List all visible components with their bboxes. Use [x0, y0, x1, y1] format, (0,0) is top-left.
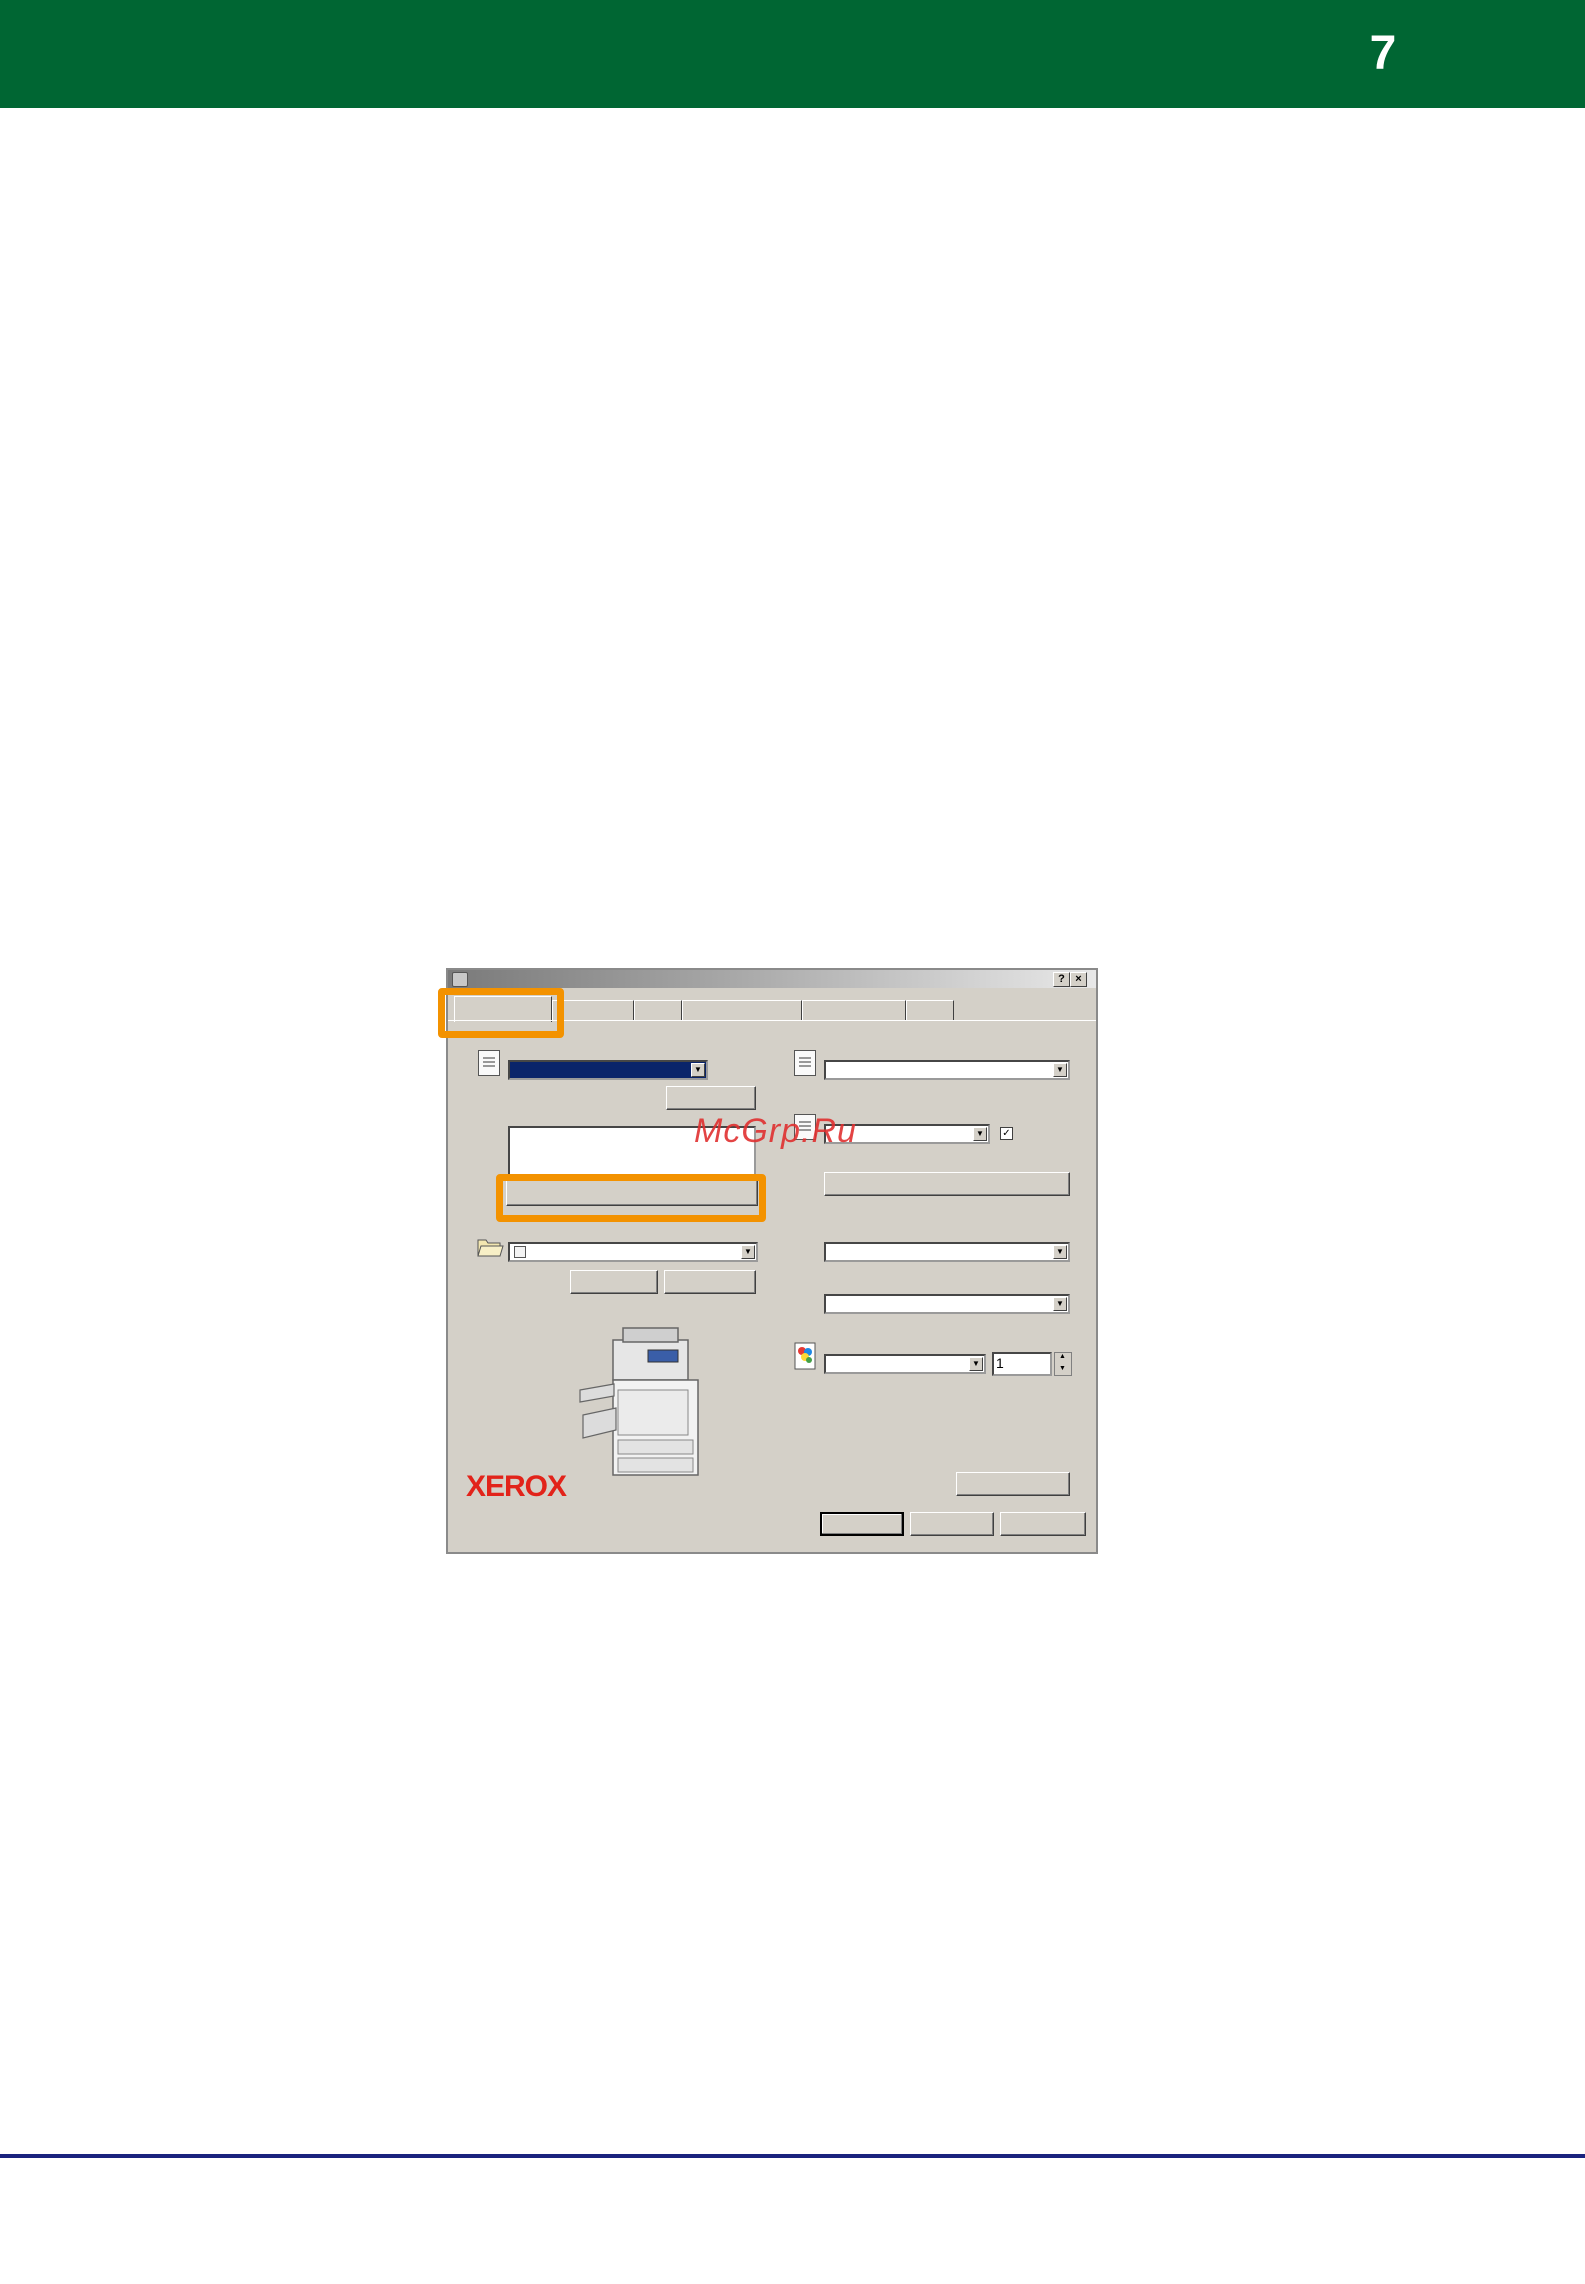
document-icon	[478, 1050, 500, 1076]
chevron-down-icon: ▼	[1053, 1297, 1067, 1311]
output-dropdown-1[interactable]: ▼	[824, 1242, 1070, 1262]
close-button[interactable]: ×	[1070, 972, 1087, 987]
destination-dropdown[interactable]: ▼	[508, 1242, 758, 1262]
highlight-paper-button	[496, 1174, 766, 1222]
chevron-down-icon: ▼	[969, 1357, 983, 1371]
defaults-button[interactable]	[956, 1472, 1070, 1496]
document-icon	[794, 1050, 816, 1076]
setup-button[interactable]	[666, 1086, 756, 1110]
tab-4[interactable]	[682, 1000, 802, 1020]
page-number: 7	[1369, 27, 1397, 80]
chevron-down-icon: ▼	[1053, 1245, 1067, 1259]
tab-3[interactable]	[634, 1000, 682, 1020]
tab-2[interactable]	[552, 1000, 634, 1020]
advanced-button[interactable]	[824, 1172, 1070, 1196]
header-bar: 7	[0, 0, 1585, 108]
printer-illustration	[578, 1320, 728, 1485]
color-mode-dropdown[interactable]: ▼	[824, 1354, 986, 1374]
printer-app-icon	[452, 972, 468, 987]
copies-stepper[interactable]	[1054, 1352, 1072, 1376]
chevron-down-icon: ▼	[741, 1245, 755, 1259]
xerox-logo: XEROX	[466, 1470, 567, 1503]
two-sided-dropdown[interactable]: ▼	[824, 1060, 1070, 1080]
highlight-tab	[438, 988, 564, 1038]
destination-button-1[interactable]	[570, 1270, 658, 1294]
chevron-down-icon: ▼	[973, 1127, 987, 1141]
watermark: McGrp.Ru	[694, 1112, 857, 1150]
help-button[interactable]: ?	[1053, 972, 1070, 987]
destination-icon	[514, 1246, 526, 1258]
copies-input[interactable]: 1	[992, 1352, 1052, 1376]
tab-6[interactable]	[906, 1000, 954, 1020]
color-palette-icon	[794, 1342, 818, 1372]
tab-5[interactable]	[802, 1000, 906, 1020]
cancel-button[interactable]	[910, 1512, 994, 1536]
folder-icon	[476, 1236, 504, 1258]
print-properties-dialog: ? × ▼ ▼ XEROX ▼ ▼ ✓ ▼ ▼ ▼ 1 ▲ ▼	[438, 968, 1098, 1554]
chevron-down-icon: ▼	[691, 1063, 705, 1077]
footer-rule	[0, 2154, 1585, 2158]
finishing-checkbox[interactable]: ✓	[1000, 1127, 1013, 1140]
job-type-dropdown[interactable]: ▼	[508, 1060, 708, 1080]
output-dropdown-2[interactable]: ▼	[824, 1294, 1070, 1314]
help-bottom-button[interactable]	[1000, 1512, 1086, 1536]
chevron-down-icon: ▼	[1053, 1063, 1067, 1077]
dialog-titlebar: ? ×	[448, 970, 1096, 988]
ok-button[interactable]	[820, 1512, 904, 1536]
destination-button-2[interactable]	[664, 1270, 756, 1294]
